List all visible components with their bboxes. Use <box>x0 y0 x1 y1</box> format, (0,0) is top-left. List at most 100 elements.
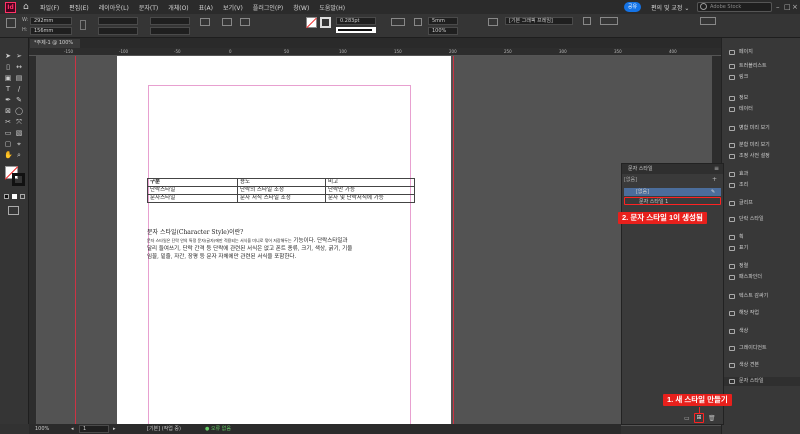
list-item-new-style[interactable]: 문자 스타일 1 <box>624 197 721 205</box>
control-panel-menu-icon[interactable] <box>700 17 716 25</box>
zoom-level[interactable]: 100% <box>35 424 49 434</box>
menu-file[interactable]: 파일(F) <box>40 3 59 12</box>
reference-point-icon[interactable] <box>6 18 16 28</box>
table-cell[interactable]: 용도 <box>237 178 326 187</box>
drop-shadow-icon[interactable] <box>391 18 405 26</box>
body-text-frame[interactable]: 문자 스타일(Character Style)이란? 문자 스타일은 단락 안의… <box>147 229 417 261</box>
panel-item-info[interactable]: 정보 <box>722 94 800 103</box>
new-style-plus-icon[interactable]: + <box>712 176 717 183</box>
zoom-tool-icon[interactable]: ⌕ <box>15 151 23 159</box>
pencil-tool-icon[interactable]: ✎ <box>15 96 23 104</box>
rotate-field[interactable] <box>150 17 190 25</box>
menu-edit[interactable]: 편집(E) <box>69 3 89 12</box>
document-tab[interactable]: *주제-1 @ 100% <box>30 39 80 48</box>
delete-style-icon[interactable]: 🗑 <box>708 415 716 422</box>
fill-swatch-icon[interactable] <box>306 17 317 29</box>
menu-view[interactable]: 보기(V) <box>223 3 243 12</box>
stroke-color-icon[interactable] <box>12 173 25 186</box>
menu-window[interactable]: 창(W) <box>293 3 309 12</box>
panel-item-text-wrap[interactable]: 텍스트 감싸기 <box>722 292 800 301</box>
free-transform-tool-icon[interactable]: ⤧ <box>15 118 23 126</box>
table-cell[interactable]: 문자 서식 스타일 조정 <box>237 194 326 203</box>
panel-item-task[interactable]: 해당 작업 <box>722 309 800 318</box>
panel-item-preset[interactable]: 조정 사전 설정 <box>722 152 800 161</box>
object-style-select[interactable]: [기본 그래픽 프레임] <box>505 17 573 25</box>
link-proportions-icon[interactable] <box>80 20 86 30</box>
note-tool-icon[interactable]: ▢ <box>4 140 12 148</box>
table-cell[interactable]: 구분 <box>147 178 238 187</box>
table-cell[interactable]: 단락의 스타일 조정 <box>237 186 326 195</box>
scissors-tool-icon[interactable]: ✂ <box>4 118 12 126</box>
page-nav-next-icon[interactable]: ▸ <box>113 424 116 434</box>
page-tool-icon[interactable]: ▯ <box>4 63 12 71</box>
home-icon[interactable]: ⌂ <box>23 2 33 12</box>
pen-tool-icon[interactable]: ✒ <box>4 96 12 104</box>
create-new-style-button[interactable]: ⊞ <box>694 413 704 423</box>
page-number-field[interactable]: 1 <box>79 425 109 433</box>
menu-help[interactable]: 도움말(H) <box>319 3 345 12</box>
opacity-field[interactable]: 100% <box>428 27 458 35</box>
panel-item-swatches[interactable]: 색상 견본 <box>722 361 800 370</box>
apply-none-icon[interactable] <box>20 194 25 199</box>
table-cell[interactable]: 문자스타일 <box>147 194 238 203</box>
shear-field[interactable] <box>150 27 190 35</box>
height-field[interactable]: 156mm <box>30 27 72 35</box>
panel-menu-icon[interactable]: ≡ <box>714 165 719 172</box>
panel-item-separations[interactable]: 분합 미리 보기 <box>722 141 800 150</box>
panel-item-gradient[interactable]: 그레이디언트 <box>722 344 800 353</box>
panel-item-character-styles[interactable]: 문자 스타일 <box>722 377 800 386</box>
gradient-feather-icon[interactable]: ▧ <box>15 129 23 137</box>
maximize-icon[interactable]: □ <box>784 3 791 11</box>
panel-item-data[interactable]: 테이터 <box>722 105 800 114</box>
close-icon[interactable]: × <box>792 3 798 11</box>
menu-table[interactable]: 표(A) <box>199 3 213 12</box>
rectangle-frame-tool-icon[interactable]: ⊠ <box>4 107 12 115</box>
flip-icon[interactable] <box>200 18 210 26</box>
quick-apply-icon[interactable] <box>583 17 591 25</box>
panel-item-align[interactable]: 정렬 <box>722 262 800 271</box>
panel-item-fx[interactable]: 조리 <box>722 181 800 190</box>
screen-mode-icon[interactable] <box>8 206 19 215</box>
page-nav-prev-icon[interactable]: ◂ <box>71 424 74 434</box>
panel-item-pathfinder[interactable]: 패스파인더 <box>722 273 800 282</box>
panel-item-color[interactable]: 색상 <box>722 327 800 336</box>
select-content-icon[interactable] <box>240 18 250 26</box>
menu-type[interactable]: 문자(T) <box>139 3 158 12</box>
stroke-swatch-icon[interactable] <box>320 17 331 28</box>
panel-item-notation[interactable]: 표기 <box>722 244 800 253</box>
share-button[interactable]: 공유 <box>624 2 641 12</box>
stock-search-input[interactable]: Adobe Stock <box>697 2 772 12</box>
menu-object[interactable]: 개체(O) <box>168 3 188 12</box>
panel-item-stroke[interactable]: 획 <box>722 233 800 242</box>
panel-item-effects[interactable]: 효과 <box>722 170 800 179</box>
panel-item-preview[interactable]: 병합 미리 보기 <box>722 124 800 133</box>
select-container-icon[interactable] <box>222 18 232 26</box>
scale-x-field[interactable] <box>98 17 138 25</box>
type-tool-icon[interactable]: T <box>4 85 12 93</box>
table-cell[interactable]: 비고 <box>325 178 415 187</box>
panel-item-links[interactable]: 링크 <box>722 73 800 82</box>
default-colors-icon[interactable] <box>4 194 9 199</box>
style-comparison-table[interactable]: 구분 용도 비고 단락스타일 단락의 스타일 조정 단락만 가능 문자스타일 문… <box>147 178 415 203</box>
table-cell[interactable]: 문자 및 단락서식에 가능 <box>325 194 415 203</box>
direct-selection-tool-icon[interactable]: ➢ <box>15 52 23 60</box>
menu-plugins[interactable]: 플러그인(P) <box>253 3 283 12</box>
panel-item-pages[interactable]: 페이지 <box>722 48 800 57</box>
apply-color-icon[interactable] <box>12 194 17 199</box>
panel-item-glyphs[interactable]: 글리프 <box>722 199 800 208</box>
gap-tool-icon[interactable]: ↔ <box>15 63 23 71</box>
line-tool-icon[interactable]: / <box>15 85 23 93</box>
folder-icon[interactable]: ▭ <box>684 415 690 422</box>
master-label[interactable]: [기본] (작업 중) <box>147 424 181 434</box>
selection-tool-icon[interactable]: ➤ <box>4 52 12 60</box>
eyedropper-tool-icon[interactable]: ⌖ <box>15 140 23 148</box>
list-item[interactable]: [없음] <box>624 188 721 196</box>
panel-item-list[interactable]: 트러블리스트 <box>722 62 800 71</box>
panel-item-paragraph-styles[interactable]: 단락 스타일 <box>722 215 800 224</box>
content-placer-icon[interactable]: ▤ <box>15 74 23 82</box>
effects-icon[interactable] <box>414 18 422 26</box>
text-wrap-icon[interactable] <box>488 18 498 26</box>
minimize-icon[interactable]: – <box>776 3 780 11</box>
corner-offset-field[interactable]: 5mm <box>428 17 458 25</box>
ellipse-tool-icon[interactable]: ◯ <box>15 107 23 115</box>
